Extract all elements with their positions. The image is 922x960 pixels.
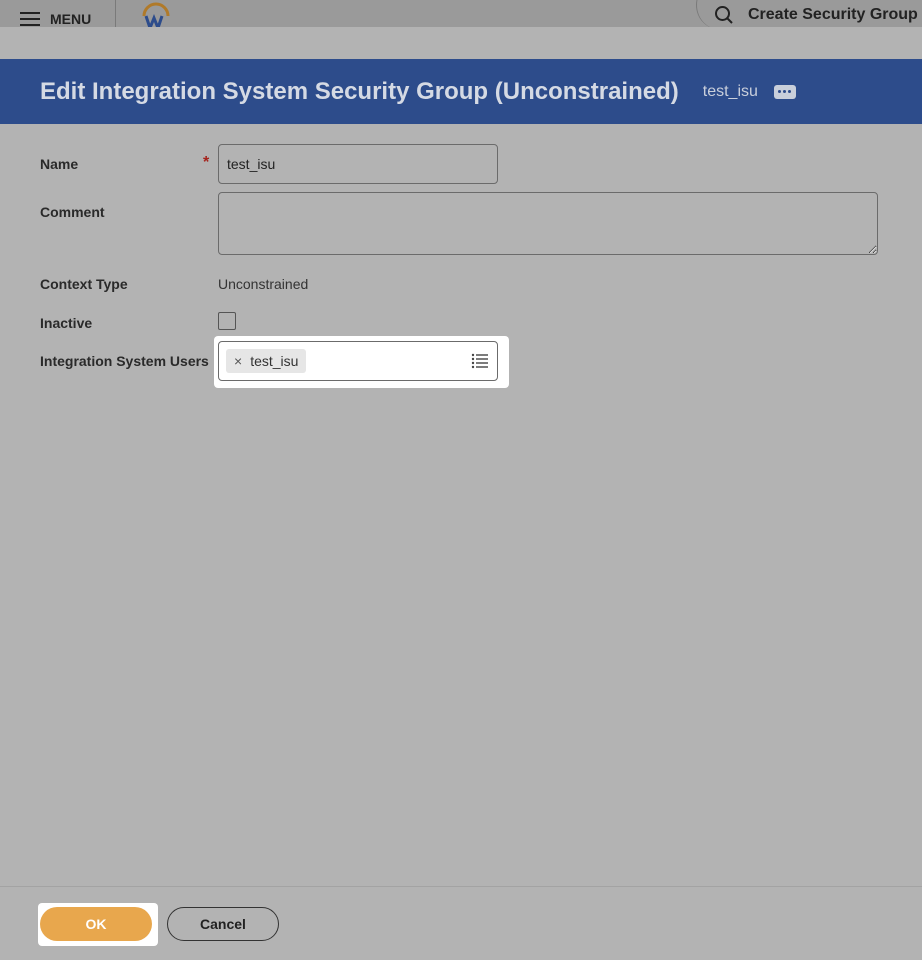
inactive-checkbox[interactable] [218,312,236,330]
context-type-value: Unconstrained [218,276,309,292]
integration-system-users-prompt[interactable]: × test_isu [218,341,498,381]
comment-textarea[interactable] [218,192,878,255]
selected-item-pill: × test_isu [226,349,307,373]
footer-divider [0,886,922,887]
dialog-title: Edit Integration System Security Group (… [40,77,679,105]
context-type-label: Context Type [40,276,128,292]
selected-item-label: test_isu [250,353,299,369]
global-search[interactable]: Create Security Group [696,0,922,30]
inactive-label: Inactive [40,315,93,331]
dialog-subtitle: test_isu [702,82,758,100]
workday-logo-icon [142,2,170,28]
dialog-header: Edit Integration System Security Group (… [0,59,922,124]
integration-system-users-label: Integration System Users [40,353,209,369]
ok-button[interactable]: OK [40,907,152,941]
remove-item-icon[interactable]: × [234,353,242,369]
hamburger-icon [20,12,40,26]
comment-label: Comment [40,204,105,220]
cancel-button[interactable]: Cancel [167,907,279,941]
name-label: Name [40,156,79,172]
related-actions-icon[interactable] [773,84,796,99]
required-indicator: * [203,154,210,171]
topbar-divider [115,0,116,27]
search-label: Create Security Group [748,6,918,23]
prompt-list-icon[interactable] [471,353,489,369]
name-input[interactable] [218,144,498,184]
menu-label: MENU [50,11,92,27]
